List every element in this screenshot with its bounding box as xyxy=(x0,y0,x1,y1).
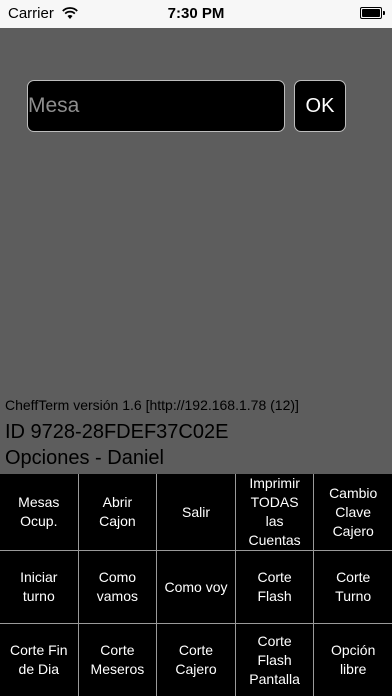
status-bar: Carrier 7:30 PM xyxy=(0,0,392,28)
abrir-cajon-button[interactable]: Abrir Cajon xyxy=(78,474,157,550)
corte-flash-pantalla-button[interactable]: Corte Flash Pantalla xyxy=(235,624,314,696)
iniciar-turno-button[interactable]: Iniciar turno xyxy=(0,551,78,623)
device-id: ID 9728-28FDEF37C02E xyxy=(5,421,229,443)
status-time: 7:30 PM xyxy=(167,5,225,22)
corte-fin-de-dia-button[interactable]: Corte Fin de Dia xyxy=(0,624,78,696)
imprimir-todas-cuentas-button[interactable]: Imprimir TODAS las Cuentas xyxy=(235,474,314,550)
options-grid: Mesas Ocup. Abrir Cajon Salir Imprimir T… xyxy=(0,474,392,696)
cambio-clave-cajero-button[interactable]: Cambio Clave Cajero xyxy=(314,474,392,550)
mesas-ocupadas-button[interactable]: Mesas Ocup. xyxy=(0,474,78,550)
como-voy-button[interactable]: Como voy xyxy=(157,551,235,623)
corte-cajero-button[interactable]: Corte Cajero xyxy=(157,624,235,696)
corte-meseros-button[interactable]: Corte Meseros xyxy=(78,624,157,696)
options-user: Opciones - Daniel xyxy=(5,447,164,469)
opcion-libre-button[interactable]: Opción libre xyxy=(314,624,392,696)
version-text: CheffTerm versión 1.6 [http://192.168.1.… xyxy=(5,397,299,413)
battery-tip xyxy=(383,11,385,15)
como-vamos-button[interactable]: Como vamos xyxy=(78,551,157,623)
battery-icon xyxy=(360,7,382,19)
corte-flash-button[interactable]: Corte Flash xyxy=(235,551,314,623)
ok-button[interactable]: OK xyxy=(294,80,346,132)
salir-button[interactable]: Salir xyxy=(157,474,235,550)
mesa-input[interactable] xyxy=(27,80,285,132)
corte-turno-button[interactable]: Corte Turno xyxy=(314,551,392,623)
